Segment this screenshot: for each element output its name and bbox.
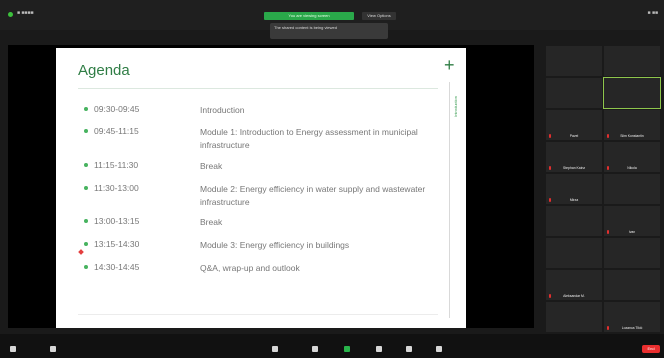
participant-tile[interactable]: Nikola — [604, 142, 660, 172]
recording-label: ■ ■■■■ — [17, 10, 34, 16]
share-notice: The shared content is being viewed — [270, 23, 388, 39]
bullet-icon — [84, 129, 88, 133]
participant-video[interactable] — [604, 238, 660, 268]
agenda-time: 13:15-14:30 — [94, 239, 140, 249]
side-label: Introduction — [453, 96, 458, 117]
share-screen-icon[interactable] — [344, 346, 350, 352]
agenda-desc: Introduction — [200, 105, 245, 115]
agenda-time: 09:30-09:45 — [94, 104, 140, 114]
participant-video[interactable] — [546, 206, 602, 236]
view-options-button[interactable]: View Options — [362, 12, 396, 20]
bullet-icon — [84, 242, 88, 246]
title-divider — [78, 88, 438, 89]
record-icon[interactable] — [376, 346, 382, 352]
end-button[interactable]: End — [642, 345, 660, 353]
participant-video[interactable] — [546, 78, 602, 108]
agenda-desc: Module 1: Introduction to Energy assessm… — [200, 127, 418, 150]
bullet-icon — [84, 265, 88, 269]
participant-video[interactable] — [604, 174, 660, 204]
agenda-desc: Q&A, wrap-up and outlook — [200, 263, 300, 273]
top-right-label: ■ ■■ — [647, 10, 658, 16]
agenda-desc: Module 3: Energy efficiency in buildings — [200, 240, 350, 250]
participant-tile[interactable]: Pavel — [546, 110, 602, 140]
participant-tile[interactable]: Siim Konstantin — [604, 110, 660, 140]
reactions-icon[interactable] — [406, 346, 412, 352]
footer-divider — [78, 314, 438, 315]
video-icon[interactable] — [50, 346, 56, 352]
agenda-time: 11:30-13:00 — [94, 183, 139, 193]
share-banner: You are viewing screen — [264, 12, 354, 20]
agenda-desc: Break — [200, 161, 223, 171]
bullet-icon — [84, 219, 88, 223]
participant-video[interactable] — [546, 302, 602, 332]
slide-title: Agenda — [78, 62, 130, 79]
bullet-icon — [84, 186, 88, 190]
side-divider — [449, 82, 450, 318]
participant-tile[interactable]: Mirza — [546, 174, 602, 204]
pointer-marker — [78, 249, 84, 255]
participant-tile[interactable]: Ivan — [604, 206, 660, 236]
agenda-desc: Break — [200, 217, 223, 227]
participant-video[interactable] — [546, 238, 602, 268]
participant-video[interactable] — [604, 270, 660, 300]
agenda-time: 09:45-11:15 — [94, 126, 139, 136]
participant-tile[interactable]: Stephan Kainz — [546, 142, 602, 172]
participant-video[interactable] — [604, 46, 660, 76]
agenda-desc: Module 2: Energy efficiency in water sup… — [200, 184, 426, 207]
active-speaker-video[interactable] — [603, 77, 661, 109]
more-icon[interactable] — [436, 346, 442, 352]
agenda-time: 11:15-11:30 — [94, 160, 139, 170]
chat-icon[interactable] — [312, 346, 318, 352]
bullet-icon — [84, 163, 88, 167]
bottom-toolbar — [0, 334, 664, 358]
participants-icon[interactable] — [272, 346, 278, 352]
participants-panel: Pavel Siim Konstantin Stephan Kainz Niko… — [546, 46, 661, 332]
participant-tile[interactable]: Aleksandar M. — [546, 270, 602, 300]
bullet-icon — [84, 107, 88, 111]
plus-icon: + — [444, 55, 455, 75]
participant-tile[interactable]: Lozanca Tikić — [604, 302, 660, 332]
participant-video[interactable] — [546, 46, 602, 76]
agenda-time: 13:00-13:15 — [94, 216, 140, 226]
presentation-slide: Agenda + Introduction 09:30-09:45 Introd… — [56, 48, 466, 328]
mute-icon[interactable] — [10, 346, 16, 352]
recording-icon — [8, 12, 13, 17]
agenda-time: 14:30-14:45 — [94, 262, 140, 272]
